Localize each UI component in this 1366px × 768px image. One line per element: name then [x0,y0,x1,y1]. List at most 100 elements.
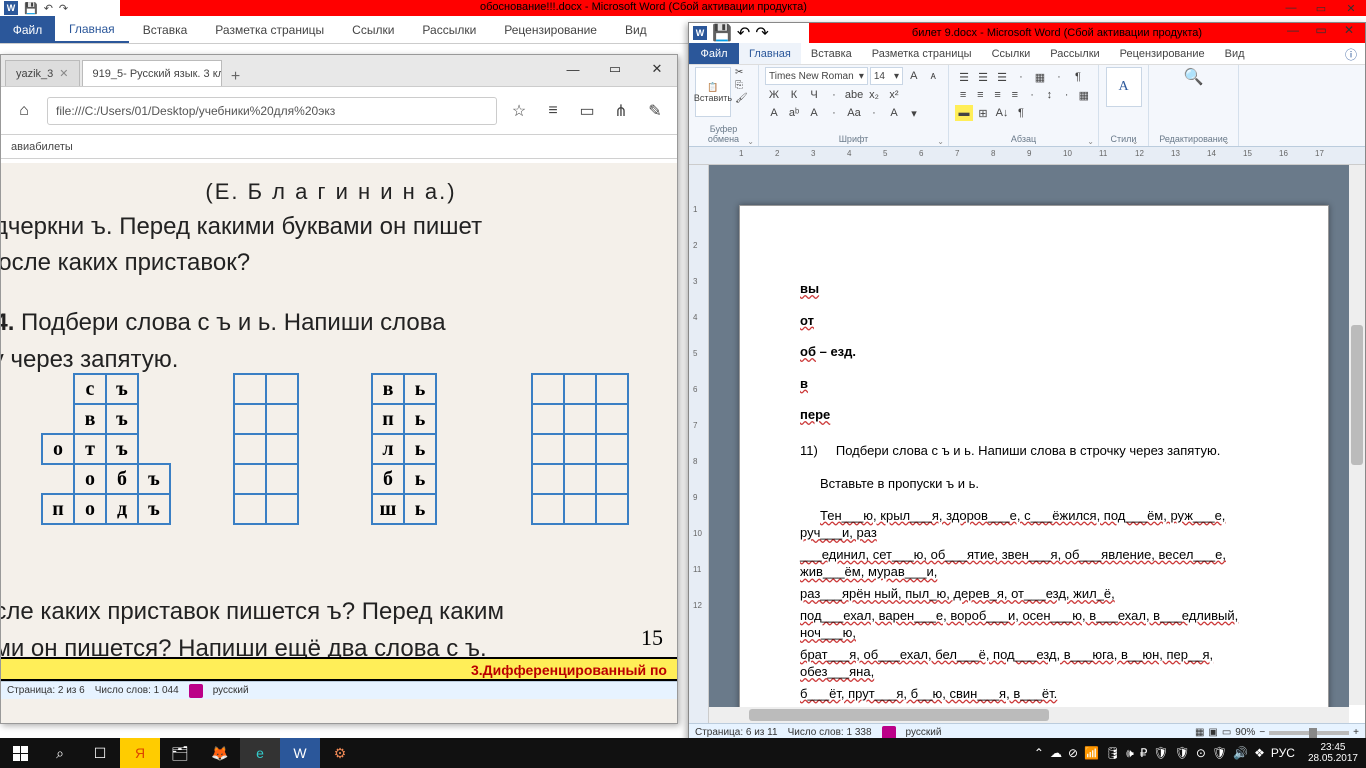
spellcheck-icon[interactable] [189,684,203,698]
clock[interactable]: 23:45 28.05.2017 [1308,742,1358,764]
tray-icon[interactable]: ⊙ [1196,746,1206,760]
tab-mailings[interactable]: Рассылки [1040,43,1109,64]
reading-list-icon[interactable]: ≡ [541,102,565,120]
find-icon[interactable]: 🔍 [1184,67,1204,87]
tray-icon[interactable]: 🛡 [1175,746,1190,760]
yandex-icon[interactable]: Я [120,738,160,768]
tab-layout[interactable]: Разметка страницы [862,43,982,64]
help-icon[interactable]: ⓘ [1345,46,1357,63]
start-button[interactable] [0,738,40,768]
language-indicator[interactable]: русский [906,727,942,738]
maximize-button[interactable]: ▭ [601,59,629,79]
maximize-button[interactable]: ▭ [1306,0,1336,16]
minimize-button[interactable]: — [1279,23,1307,37]
tray-icon[interactable]: ☁ [1050,746,1062,760]
para-btn-1[interactable]: ☰ [974,69,992,85]
new-tab-button[interactable]: + [224,68,248,86]
browser-tab[interactable]: yazik_3✕ [5,60,80,86]
pilcrow-icon[interactable]: ¶ [1012,105,1030,121]
scroll-thumb[interactable] [1351,325,1363,465]
para-btn-3[interactable]: ≡ [1007,87,1023,103]
notes-icon[interactable]: ✎ [643,101,667,121]
para-btn-6[interactable]: · [1059,87,1075,103]
font-btn-2[interactable]: Ч [805,87,823,103]
zoom-in-icon[interactable]: + [1353,727,1359,738]
tab-mailings[interactable]: Рассылки [408,16,490,43]
tab-home[interactable]: Главная [55,16,129,43]
close-button[interactable]: ✕ [643,59,671,79]
maximize-button[interactable]: ▭ [1307,23,1335,37]
para-btn-4[interactable]: · [1024,87,1040,103]
bookmark-link[interactable]: авиабилеты [11,141,73,153]
vertical-scrollbar[interactable] [1349,165,1365,705]
word-count[interactable]: Число слов: 1 044 [95,685,179,696]
browser-tab[interactable]: 919_5- Русский язык. 3 кл. |✕ [82,60,222,86]
tray-icon[interactable]: ⊘ [1068,746,1078,760]
redo-icon[interactable]: ↷ [59,2,68,15]
pdf-viewport[interactable]: (Е. Б л а г и н и н а.) одчеркни ъ. Пере… [1,163,677,723]
zoom-level[interactable]: 90% [1235,727,1255,738]
tray-icon[interactable]: ₽ [1140,746,1148,760]
tab-review[interactable]: Рецензирование [490,16,611,43]
font-size-select[interactable]: 14▾ [870,67,903,85]
font-btn-6[interactable]: x² [885,87,903,103]
language-indicator[interactable]: русский [213,685,249,696]
save-icon[interactable]: 💾 [24,2,38,15]
word-taskbar-icon[interactable]: W [280,738,320,768]
zoom-out-icon[interactable]: − [1259,727,1265,738]
tab-insert[interactable]: Вставка [129,16,202,43]
borders-icon[interactable]: ⊞ [974,105,992,121]
share-icon[interactable]: ⋔ [609,101,633,121]
font-btn-5[interactable]: x₂ [865,87,883,103]
para-btn-7[interactable]: ▦ [1076,87,1092,103]
firefox-icon[interactable]: 🦊 [200,738,240,768]
tab-links[interactable]: Ссылки [338,16,408,43]
redo-icon[interactable]: ↷ [755,23,768,43]
zoom-slider[interactable] [1269,731,1349,735]
format-painter-icon[interactable]: 🖌 [735,93,748,104]
tab-layout[interactable]: Разметка страницы [201,16,338,43]
para-btn-0[interactable]: ≡ [955,87,971,103]
font-btn-1[interactable]: aᵇ [785,105,803,121]
tab-view[interactable]: Вид [611,16,661,43]
tray-icon[interactable]: 🕪 [1126,746,1134,760]
para-btn-6[interactable]: ¶ [1069,69,1087,85]
page-indicator[interactable]: Страница: 2 из 6 [7,685,85,696]
para-btn-1[interactable]: ≡ [972,87,988,103]
para-btn-2[interactable]: ☰ [993,69,1011,85]
task-view-icon[interactable]: ☐ [80,738,120,768]
view-icon[interactable]: ▭ [1222,727,1231,738]
para-btn-3[interactable]: · [1012,69,1030,85]
para-btn-0[interactable]: ☰ [955,69,973,85]
save-icon[interactable]: 💾 [712,23,732,43]
font-name-select[interactable]: Times New Roman▾ [765,67,868,85]
vertical-ruler[interactable]: 123456789101112 [689,165,709,723]
view-icon[interactable]: ▣ [1208,727,1217,738]
minimize-button[interactable]: — [559,59,587,79]
font-btn-6[interactable]: A [885,105,903,121]
shading-icon[interactable]: ▬ [955,105,973,121]
font-btn-3[interactable]: · [825,105,843,121]
search-icon[interactable]: ⌕ [40,738,80,768]
tab-insert[interactable]: Вставка [801,43,862,64]
tab-view[interactable]: Вид [1215,43,1255,64]
tray-icon[interactable]: 🛡 [1153,746,1168,760]
tray-icon[interactable]: ❖ [1254,746,1265,760]
undo-icon[interactable]: ↶ [737,23,750,43]
tab-home[interactable]: Главная [739,43,801,64]
para-btn-5[interactable]: · [1050,69,1068,85]
word-count[interactable]: Число слов: 1 338 [788,727,872,738]
para-btn-2[interactable]: ≡ [990,87,1006,103]
document-canvas[interactable]: вы от об – езд. в пере 11) Подбери слова… [709,165,1349,723]
font-btn-7[interactable]: ▾ [905,105,923,121]
url-input[interactable]: file:///C:/Users/01/Desktop/учебники%20д… [47,97,497,125]
file-tab[interactable]: Файл [689,43,739,64]
minimize-button[interactable]: — [1276,0,1306,16]
paste-button[interactable]: 📋Вставить [695,67,731,117]
reading-view-icon[interactable]: ▭ [575,101,599,121]
explorer-icon[interactable]: 🗂 [160,738,200,768]
horizontal-scrollbar[interactable] [709,707,1349,723]
font-btn-0[interactable]: A [765,105,783,121]
font-btn-1[interactable]: К [785,87,803,103]
home-icon[interactable]: ⌂ [11,98,37,124]
